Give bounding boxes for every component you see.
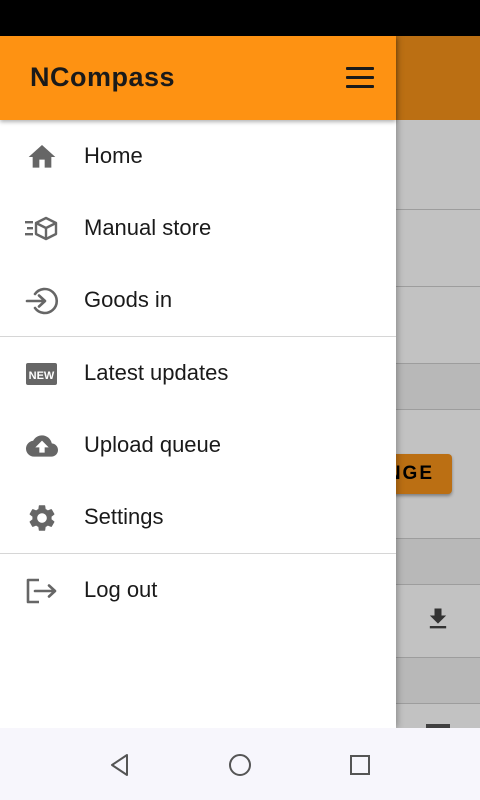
navigation-drawer: NCompass Home Manual store Goods in NEW … [0,36,396,728]
drawer-item-label: Log out [84,577,158,602]
login-icon [25,287,58,315]
app-title: NCompass [30,62,176,92]
svg-text:NEW: NEW [29,370,55,382]
drawer-item-manual-store[interactable]: Manual store [0,192,396,264]
new-badge-icon: NEW [26,363,57,385]
status-bar [0,0,480,36]
home-circle-icon[interactable] [227,752,253,778]
drawer-item-label: Home [84,143,143,168]
drawer-item-label: Upload queue [84,432,222,457]
drawer-item-log-out[interactable]: Log out [0,554,396,626]
logout-icon [26,578,57,604]
menu-icon[interactable] [344,64,376,92]
home-icon [28,145,56,168]
drawer-item-label: Settings [84,504,164,529]
drawer-item-home[interactable]: Home [0,120,396,192]
system-nav-bar [0,728,480,800]
back-icon[interactable] [107,752,133,778]
drawer-header: NCompass [0,36,396,120]
recents-square-icon[interactable] [347,752,373,778]
box-icon [25,216,58,241]
drawer-item-label: Latest updates [84,360,229,385]
drawer-item-settings[interactable]: Settings [0,481,396,553]
drawer-item-label: Manual store [84,215,212,240]
drawer-item-label: Goods in [84,287,173,312]
drawer-item-latest-updates[interactable]: NEW Latest updates [0,337,396,409]
drawer-item-goods-in[interactable]: Goods in [0,264,396,336]
cloud-upload-icon [26,435,58,457]
drawer-item-upload-queue[interactable]: Upload queue [0,409,396,481]
gear-icon [29,505,55,531]
